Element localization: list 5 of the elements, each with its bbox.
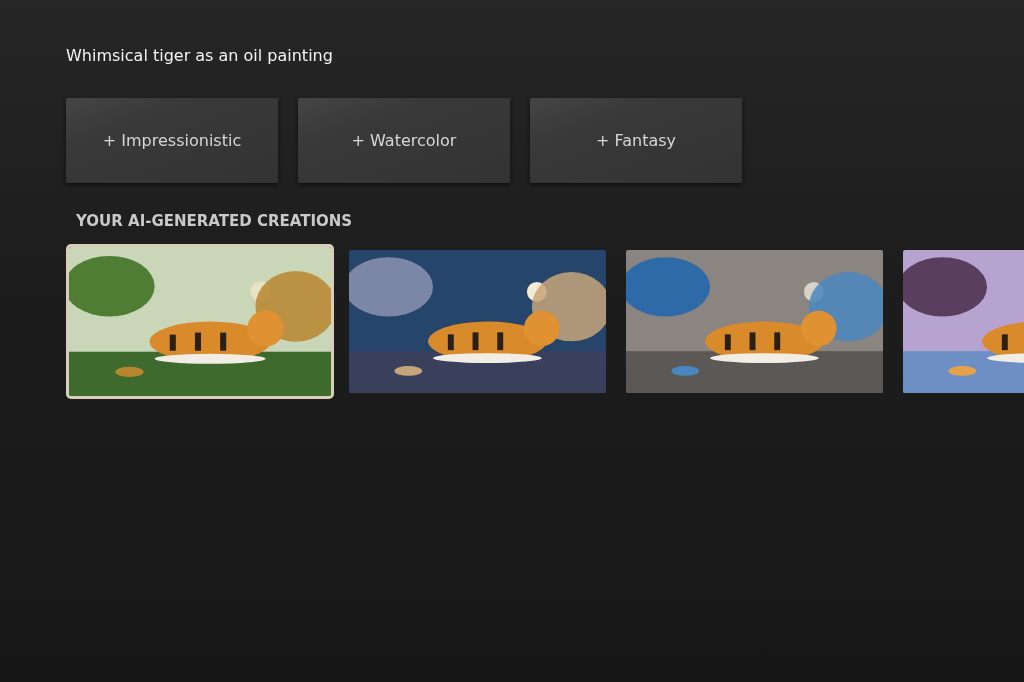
style-button[interactable]: + Fantasy — [530, 98, 742, 183]
style-button[interactable]: + Watercolor — [298, 98, 510, 183]
section-heading: YOUR AI-GENERATED CREATIONS — [76, 211, 354, 231]
prompt-text: Whimsical tiger as an oil painting — [66, 45, 334, 67]
style-button[interactable]: + Impressionistic — [66, 98, 278, 183]
